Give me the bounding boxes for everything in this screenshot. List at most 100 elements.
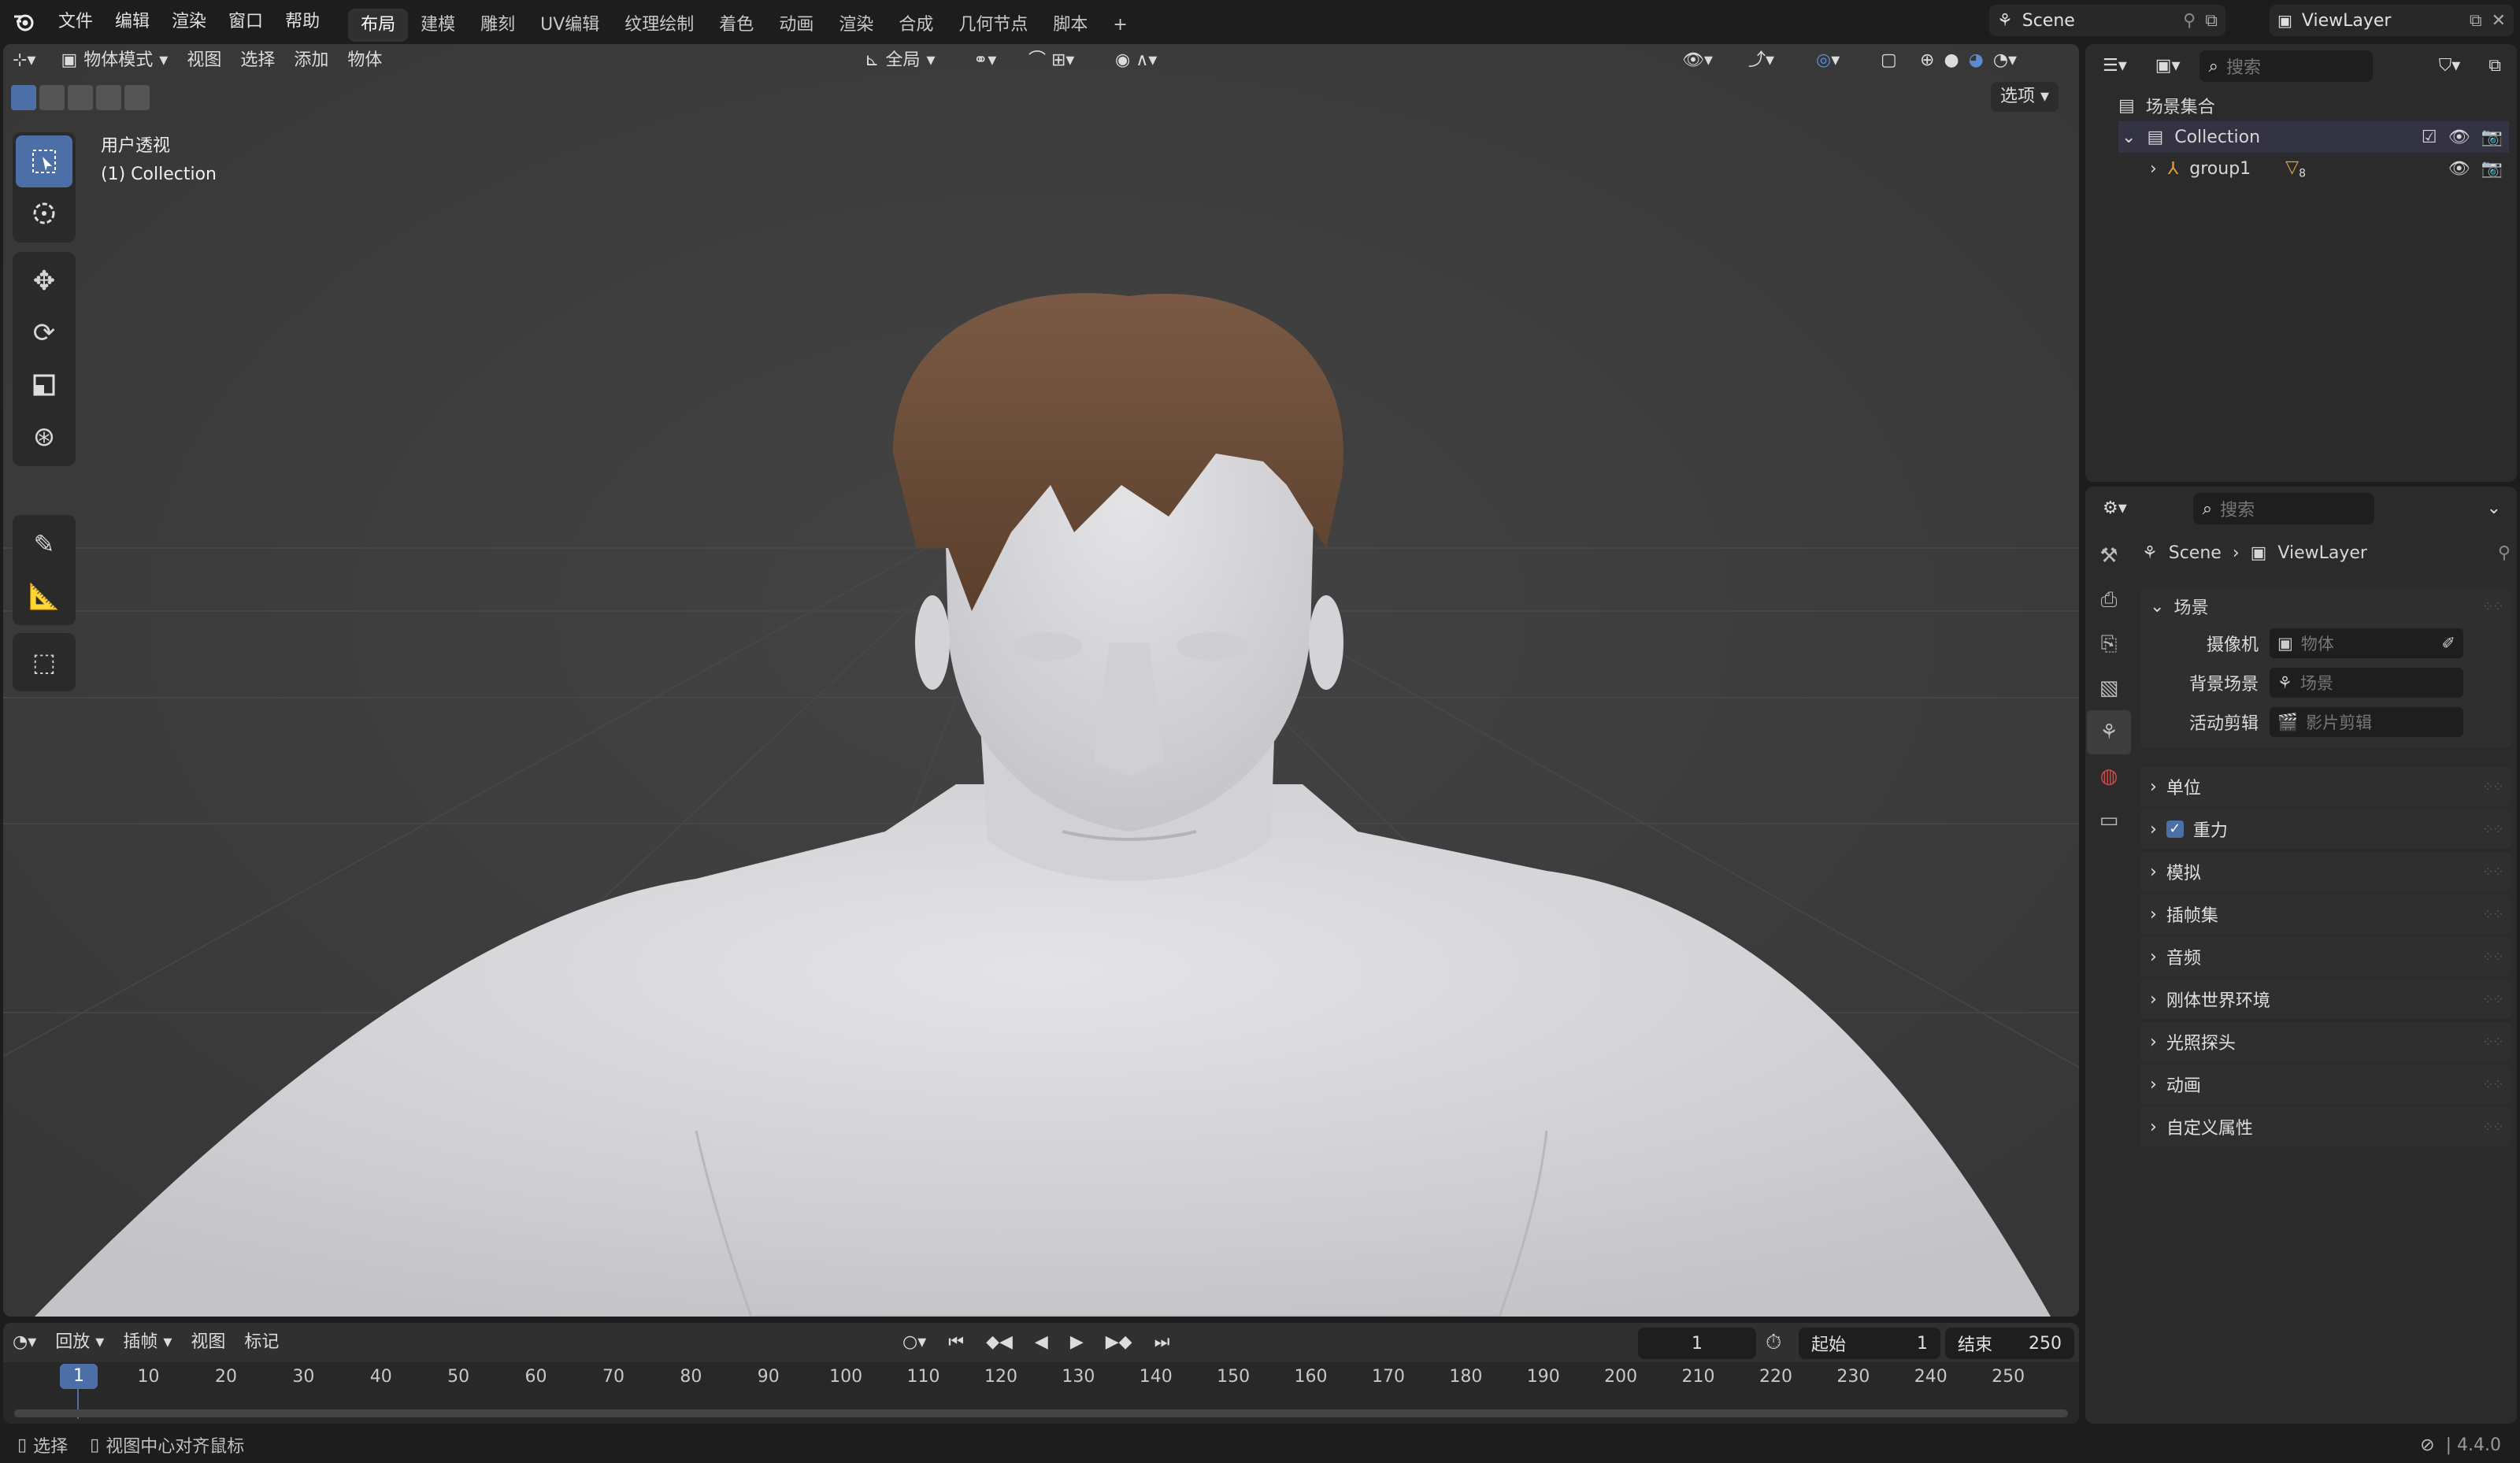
prev-keyframe-icon[interactable]: ◆◀ [976, 1328, 1022, 1357]
current-frame-field[interactable]: 1 [1638, 1328, 1756, 1359]
section-grip-icon[interactable]: ⁘⁘ [2482, 1119, 2504, 1135]
expand-chevron-icon[interactable]: › [2150, 159, 2157, 179]
gizmo-icon[interactable]: ⤴▾ [1739, 46, 1784, 76]
camera-field[interactable]: ▣ 物体 ✐ [2270, 628, 2463, 658]
proportional-edit-icon[interactable]: ◉ ∧▾ [1106, 46, 1166, 76]
menu-object[interactable]: 物体 [338, 46, 391, 76]
overlays-icon[interactable]: ◎▾ [1807, 46, 1849, 76]
section-gravity[interactable]: › ✓ 重力 ⁘⁘ [2140, 809, 2511, 849]
outliner-row-collection[interactable]: ⌄ ▤ Collection ☑ 👁 📷 [2118, 121, 2509, 153]
tab-compositing[interactable]: 合成 [886, 9, 946, 42]
menu-add[interactable]: 添加 [284, 46, 338, 76]
wireframe-shading-icon[interactable]: ⊕ [1917, 46, 1937, 76]
tab-shading[interactable]: 着色 [706, 9, 766, 42]
object-visibility-eye-icon[interactable]: 👁 [2448, 159, 2470, 179]
annotate-tool-icon[interactable]: ✎ [16, 518, 72, 570]
section-grip-icon[interactable]: ⁘⁘ [2482, 864, 2504, 880]
exclude-checkbox[interactable]: ☑ [2422, 128, 2437, 147]
menu-marker[interactable]: 标记 [235, 1328, 288, 1357]
scene-tab-icon[interactable]: ⚘ [2087, 710, 2131, 754]
measure-tool-icon[interactable]: 📐 [16, 570, 72, 622]
tab-geometry-nodes[interactable]: 几何节点 [946, 9, 1040, 42]
rotate-tool-icon[interactable]: ⟳ [16, 307, 72, 359]
select-subtract-icon[interactable] [68, 85, 93, 110]
world-tab-icon[interactable]: ◍ [2087, 754, 2131, 798]
tab-uv-editing[interactable]: UV编辑 [528, 9, 612, 42]
section-custom-properties[interactable]: › 自定义属性 ⁘⁘ [2140, 1107, 2511, 1146]
background-scene-field[interactable]: ⚘ 场景 [2270, 668, 2463, 698]
playhead[interactable]: 1 [60, 1364, 98, 1389]
timeline-track[interactable]: 10 20 30 40 50 60 70 80 90 100 110 120 130 140 150 160 1… [3, 1362, 2079, 1424]
cursor-tool-icon[interactable] [16, 187, 72, 239]
menu-playback[interactable]: 回放 ▾ [46, 1328, 113, 1357]
new-view-layer-icon[interactable]: ⧉ [2470, 11, 2482, 31]
eyedropper-icon[interactable]: ✐ [2441, 634, 2455, 653]
section-animation[interactable]: › 动画 ⁘⁘ [2140, 1065, 2511, 1104]
timeline-scrollbar[interactable] [14, 1409, 2068, 1417]
collapse-chevron-icon[interactable]: ⌄ [2122, 128, 2136, 147]
section-grip-icon[interactable]: ⁘⁘ [2482, 949, 2504, 965]
mode-dropdown[interactable]: ▣ 物体模式 ▾ [51, 46, 177, 76]
select-invert-icon[interactable] [96, 85, 121, 110]
section-rigid-body-world[interactable]: › 刚体世界环境 ⁘⁘ [2140, 980, 2511, 1019]
start-frame-field[interactable]: 起始 1 [1799, 1328, 1940, 1359]
properties-editor-type-icon[interactable]: ⚙▾ [2093, 494, 2136, 524]
active-clip-field[interactable]: 🎬 影片剪辑 [2270, 707, 2463, 737]
menu-help[interactable]: 帮助 [274, 0, 331, 44]
new-collection-icon[interactable]: ⧉ [2479, 51, 2511, 81]
solid-shading-icon[interactable]: ● [1940, 46, 1962, 76]
section-units[interactable]: › 单位 ⁘⁘ [2140, 767, 2511, 806]
move-tool-icon[interactable]: ✥ [16, 255, 72, 307]
section-grip-icon[interactable]: ⁘⁘ [2482, 906, 2504, 923]
visibility-icon[interactable]: 👁▾ [1673, 46, 1722, 76]
properties-options-icon[interactable]: ⌄ [2477, 494, 2511, 524]
menu-keying[interactable]: 插帧 ▾ [113, 1328, 181, 1357]
scale-tool-icon[interactable] [16, 359, 72, 411]
outliner-search-input[interactable]: ⌕ 搜索 [2199, 50, 2373, 82]
select-intersect-icon[interactable] [124, 85, 150, 110]
end-frame-field[interactable]: 结束 250 [1945, 1328, 2074, 1359]
pin-icon[interactable]: ⚲ [2183, 11, 2196, 31]
timeline-editor[interactable]: ◔▾ 回放 ▾ 插帧 ▾ 视图 标记 ○▾ ⏮ ◆◀ ◀ ▶ ▶◆ ⏭ 1 ⏱ … [3, 1323, 2079, 1424]
section-grip-icon[interactable]: ⁘⁘ [2482, 779, 2504, 795]
display-mode-icon[interactable]: ▣▾ [2146, 51, 2190, 81]
tab-texture-paint[interactable]: 纹理绘制 [612, 9, 706, 42]
tab-animation[interactable]: 动画 [766, 9, 826, 42]
scene-selector[interactable]: ⚘ Scene ⚲ ⧉ [1989, 5, 2225, 36]
menu-timeline-view[interactable]: 视图 [181, 1328, 235, 1357]
select-extend-icon[interactable] [39, 85, 65, 110]
section-simulation[interactable]: › 模拟 ⁘⁘ [2140, 852, 2511, 891]
section-keying-sets[interactable]: › 插帧集 ⁘⁘ [2140, 894, 2511, 934]
tool-tab-icon[interactable]: ⚒ [2087, 534, 2131, 578]
tab-layout[interactable]: 布局 [348, 8, 409, 42]
play-icon[interactable]: ▶ [1061, 1328, 1093, 1357]
section-grip-icon[interactable]: ⁘⁘ [2482, 1076, 2504, 1093]
visibility-eye-icon[interactable]: 👁 [2448, 128, 2470, 147]
render-tab-icon[interactable]: ⎙ [2087, 578, 2131, 622]
new-scene-icon[interactable]: ⧉ [2205, 11, 2218, 31]
transform-orientation-dropdown[interactable]: ⊾ 全局 ▾ [855, 46, 945, 76]
add-workspace-button[interactable]: + [1100, 9, 1140, 42]
section-grip-icon[interactable]: ⁘⁘ [2482, 821, 2504, 838]
view-layer-selector[interactable]: ▣ ViewLayer ⧉ ✕ [2270, 5, 2514, 36]
properties-search-input[interactable]: ⌕ 搜索 [2192, 493, 2374, 524]
menu-select[interactable]: 选择 [231, 46, 284, 76]
blender-logo-icon[interactable] [0, 0, 47, 44]
options-dropdown[interactable]: 选项 ▾ [1991, 82, 2059, 112]
tab-rendering[interactable]: 渲染 [826, 9, 886, 42]
rendered-shading-icon[interactable]: ◔▾ [1990, 46, 2020, 76]
play-reverse-icon[interactable]: ◀ [1025, 1328, 1058, 1357]
breadcrumb-pin-icon[interactable]: ⚲ [2498, 543, 2511, 563]
pivot-icon[interactable]: ⚭▾ [964, 46, 1006, 76]
section-grip-icon[interactable]: ⁘⁘ [2482, 1034, 2504, 1050]
3d-viewport[interactable]: ⊹▾ ▣ 物体模式 ▾ 视图 选择 添加 物体 ⊾ 全局 ▾ ⚭▾ ⌒ ⊞▾ ◉ ∧… [3, 44, 2079, 1317]
outliner-row-group1[interactable]: › ⅄ group1 ▽8 👁 📷 [2118, 153, 2509, 184]
render-camera-icon[interactable]: 📷 [2481, 128, 2503, 147]
add-cube-tool-icon[interactable]: ⬚ [16, 636, 72, 688]
gravity-checkbox[interactable]: ✓ [2166, 820, 2184, 838]
outliner-row-scene-collection[interactable]: ▤ 场景集合 [2118, 90, 2215, 121]
jump-end-icon[interactable]: ⏭ [1145, 1328, 1180, 1357]
timeline-editor-type-icon[interactable]: ◔▾ [3, 1328, 46, 1357]
collection-tab-icon[interactable]: ▭ [2087, 798, 2131, 843]
transform-tool-icon[interactable]: ⊛ [16, 411, 72, 463]
